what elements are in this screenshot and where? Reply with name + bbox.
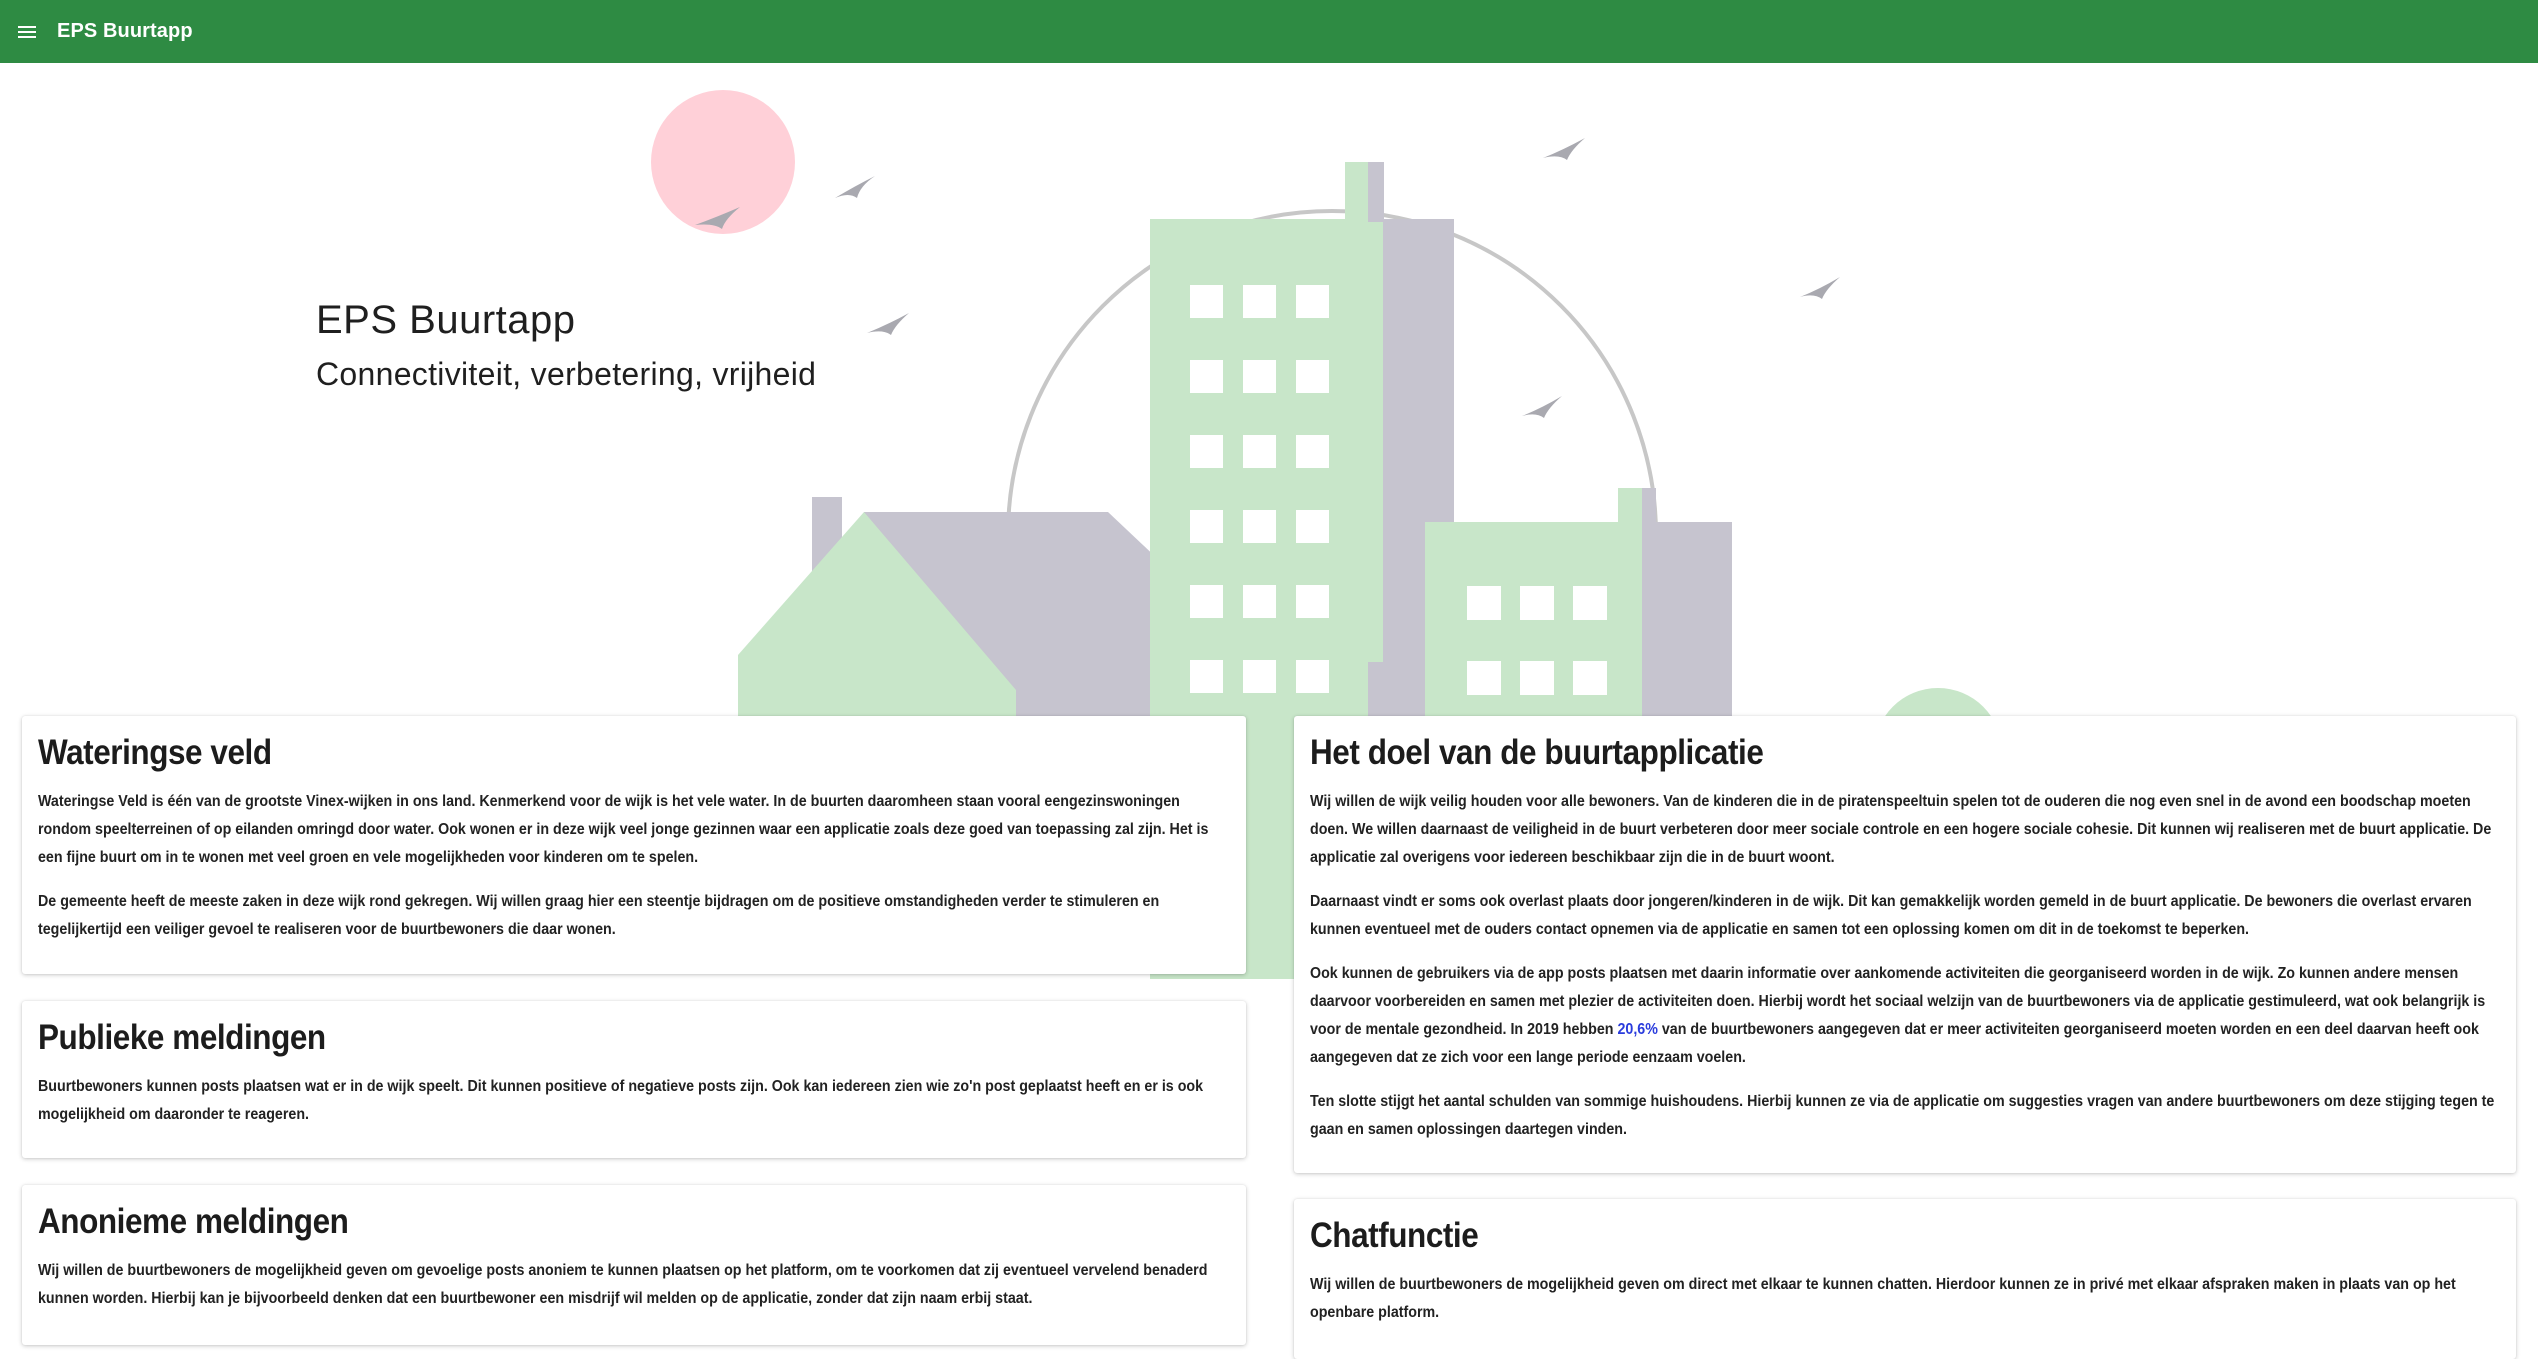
card-paragraph: Wateringse Veld is één van de grootste V… (38, 793, 1209, 866)
card-title: Anonieme meldingen (38, 1202, 349, 1241)
card-paragraph: Wij willen de wijk veilig houden voor al… (1310, 793, 2492, 866)
card-paragraph: Wij willen de buurtbewoners de mogelijkh… (38, 1262, 1208, 1307)
card-paragraph: Ook kunnen de gebruikers via de app post… (1310, 960, 2498, 1072)
card-anonieme-meldingen: Anonieme meldingen Wij willen de buurtbe… (22, 1185, 1246, 1345)
card-publieke-meldingen: Publieke meldingen Buurtbewoners kunnen … (22, 1001, 1246, 1158)
statistic-highlight: 20,6% (1617, 1021, 1658, 1038)
card-doel-buurtapplicatie: Het doel van de buurtapplicatie Wij will… (1294, 716, 2516, 1173)
card-paragraph: De gemeente heeft de meeste zaken in dez… (38, 893, 1160, 938)
menu-icon (18, 25, 36, 38)
card-paragraph: Daarnaast vindt er soms ook overlast pla… (1310, 893, 2472, 938)
sun-shape (651, 90, 795, 234)
card-paragraph: Wij willen de buurtbewoners de mogelijkh… (1310, 1276, 2456, 1321)
app-title[interactable]: EPS Buurtapp (57, 20, 193, 43)
menu-button[interactable] (5, 10, 49, 54)
card-title: Chatfunctie (1310, 1216, 1479, 1255)
card-chatfunctie: Chatfunctie Wij willen de buurtbewoners … (1294, 1199, 2516, 1359)
card-paragraph: Ten slotte stijgt het aantal schulden va… (1310, 1093, 2495, 1138)
card-title: Wateringse veld (38, 733, 272, 772)
card-wateringse-veld: Wateringse veld Wateringse Veld is één v… (22, 716, 1246, 974)
hero-title: EPS Buurtapp (316, 298, 576, 342)
card-title: Het doel van de buurtapplicatie (1310, 733, 1764, 772)
top-app-bar: EPS Buurtapp (0, 0, 2538, 63)
card-title: Publieke meldingen (38, 1018, 326, 1057)
hero-subtitle: Connectiviteit, verbetering, vrijheid (316, 356, 817, 392)
card-paragraph: Buurtbewoners kunnen posts plaatsen wat … (38, 1078, 1204, 1123)
